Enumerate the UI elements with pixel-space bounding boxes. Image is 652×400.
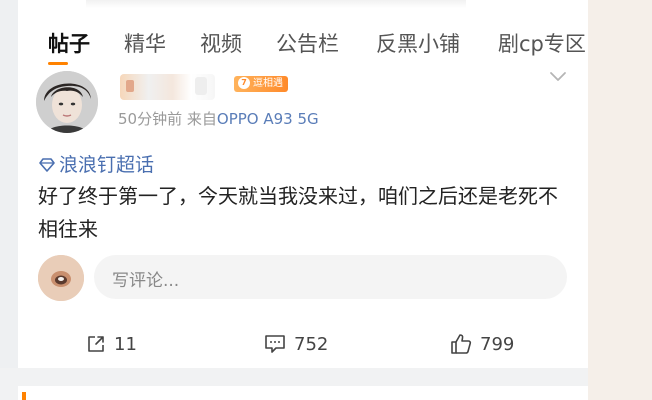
fan-level-badge: 7 逗相遇 [234,76,288,92]
supertopic-link[interactable]: 浪浪钉超话 [38,150,154,177]
post-meta: 50分钟前 来自OPPO A93 5G [118,108,319,129]
comment-button[interactable]: 752 [264,330,328,358]
tab-announcements[interactable]: 公告栏 [276,28,339,58]
my-avatar-image [38,255,84,301]
action-bar: 11 752 799 [18,330,588,358]
source-prefix: 来自 [186,110,217,128]
like-button[interactable]: 799 [450,330,514,358]
my-avatar[interactable] [38,255,84,301]
blur-patch [195,77,207,95]
tab-featured[interactable]: 精华 [124,28,166,58]
thumbs-up-icon [451,334,472,354]
diamond-topic-icon [39,158,55,172]
supertopic-name: 浪浪钉超话 [59,154,155,176]
badge-level: 7 [238,77,250,89]
tab-anti-black-shop[interactable]: 反黑小铺 [376,28,460,58]
left-margin [0,0,18,400]
tab-posts[interactable]: 帖子 [48,28,90,58]
comment-placeholder: 写评论... [112,271,180,291]
comment-icon [265,335,285,353]
active-tab-indicator [48,62,68,65]
author-avatar[interactable] [36,71,98,133]
device-name: OPPO A93 5G [216,110,319,128]
share-count: 11 [114,333,137,355]
badge-text: 逗相遇 [253,78,283,89]
tab-bar-fade [86,0,466,8]
right-margin [588,0,652,400]
next-post-marker [22,392,26,400]
blur-patch [126,80,134,92]
tab-videos[interactable]: 视频 [200,28,242,58]
chevron-down-icon[interactable] [549,70,567,84]
tab-cp-zone[interactable]: 剧cp专区 [498,28,586,58]
post-content: 好了终于第一了，今天就当我没来过，咱们之后还是老死不相往来 [38,184,558,241]
next-post-card [18,386,588,400]
post-time: 50分钟前 [118,110,183,128]
share-button[interactable]: 11 [86,330,137,358]
share-icon [88,336,104,352]
comment-count: 752 [294,333,329,355]
like-count: 799 [480,333,515,355]
author-name-blurred[interactable] [120,74,215,100]
avatar-portrait [36,71,98,133]
comment-input[interactable]: 写评论... [94,255,567,299]
